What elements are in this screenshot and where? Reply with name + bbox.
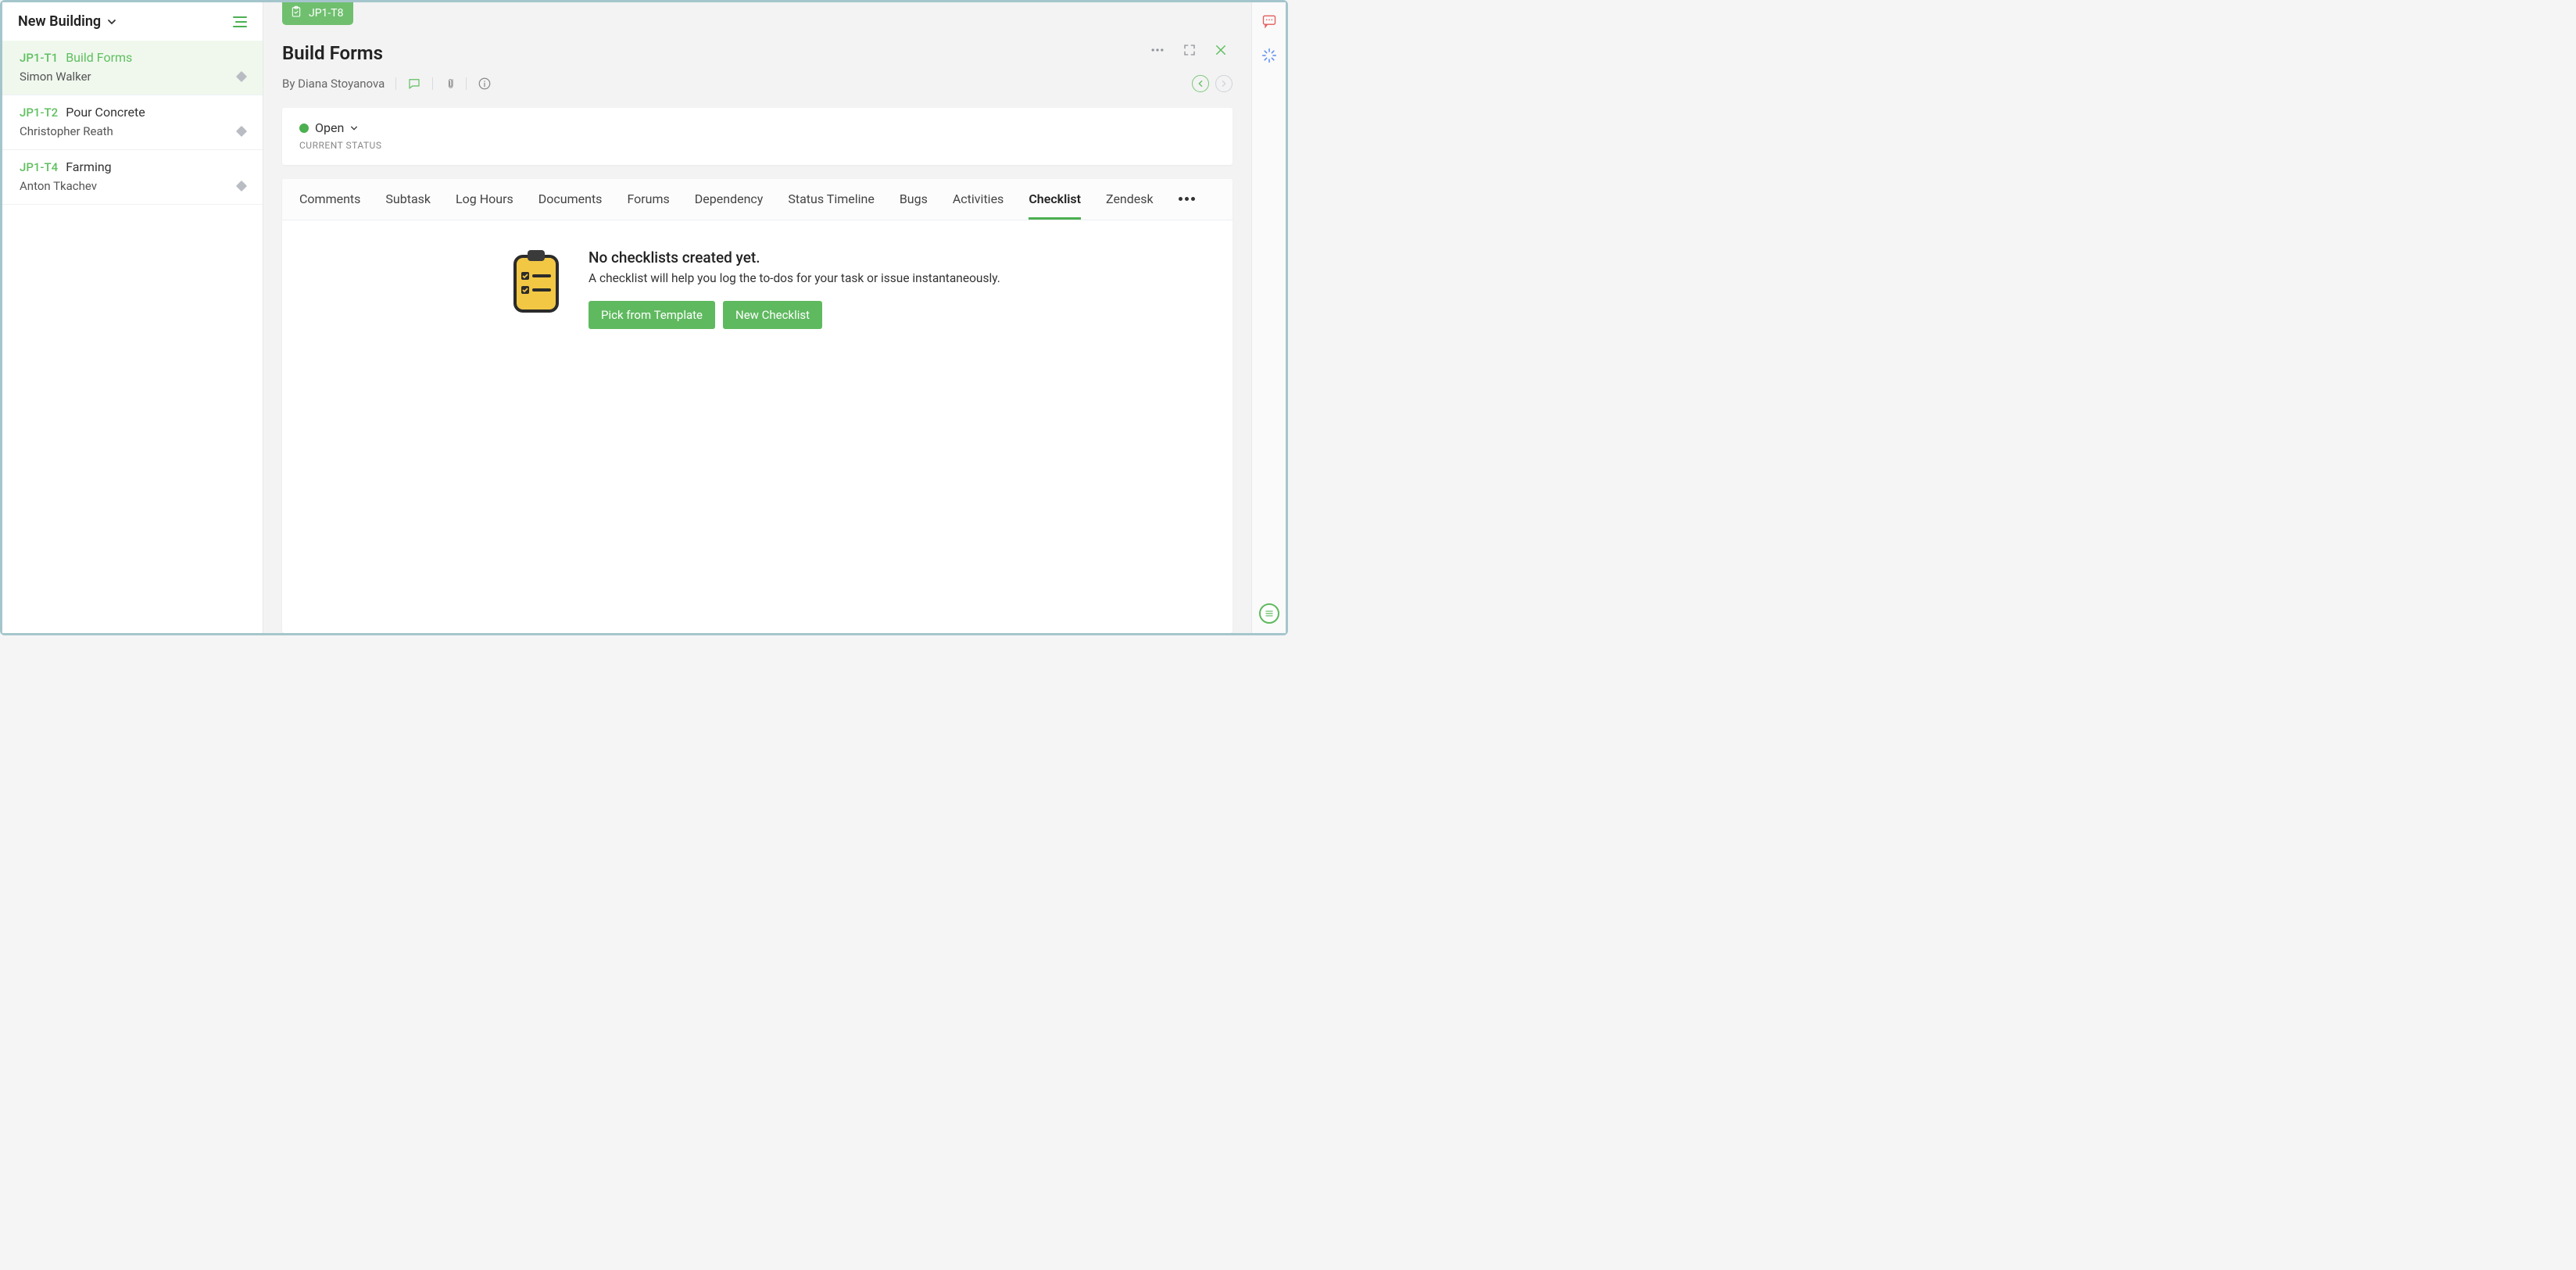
task-badge-id: JP1-T8 [309,7,344,20]
header-actions [1150,42,1233,58]
priority-icon [236,126,247,137]
expand-icon[interactable] [1182,43,1197,57]
task-title: Pour Concrete [66,105,145,120]
task-title: Farming [66,159,111,174]
chevron-down-icon [107,17,116,27]
tab-forums[interactable]: Forums [627,179,669,220]
nav-arrows [1192,75,1233,92]
tab-subtask[interactable]: Subtask [385,179,431,220]
task-list: JP1-T1 Build Forms Simon Walker JP1-T2 P… [2,41,263,205]
pick-from-template-button[interactable]: Pick from Template [589,301,715,329]
tab-activities[interactable]: Activities [953,179,1004,220]
chevron-down-icon [350,120,358,135]
tab-comments[interactable]: Comments [299,179,360,220]
info-icon[interactable] [478,77,492,91]
task-id: JP1-T4 [20,160,58,174]
divider [466,77,467,90]
tab-documents[interactable]: Documents [538,179,603,220]
meta-row: By Diana Stoyanova [282,75,1233,92]
header-row: Build Forms [282,42,1233,64]
priority-icon [236,71,247,82]
tab-dependency[interactable]: Dependency [695,179,764,220]
tabs-more-icon[interactable] [1179,197,1195,202]
task-badge[interactable]: JP1-T8 [282,2,353,25]
empty-heading: No checklists created yet. [589,249,1000,267]
status-value: Open [315,120,344,135]
task-assignee: Christopher Reath [20,124,113,138]
extensions-icon[interactable] [1261,48,1277,66]
new-checklist-button[interactable]: New Checklist [723,301,822,329]
tabs-bar: Comments Subtask Log Hours Documents For… [282,179,1233,220]
chat-icon[interactable] [1261,13,1277,32]
clipboard-check-icon [290,5,302,21]
task-item[interactable]: JP1-T1 Build Forms Simon Walker [2,41,263,95]
status-dropdown[interactable]: Open [299,120,1215,135]
attachment-icon[interactable] [444,77,455,91]
tab-zendesk[interactable]: Zendesk [1106,179,1154,220]
divider [395,77,396,90]
task-id: JP1-T1 [20,51,58,65]
checklist-empty-icon [509,249,564,329]
task-id: JP1-T2 [20,106,58,120]
empty-state: No checklists created yet. A checklist w… [282,220,1233,329]
tab-bugs[interactable]: Bugs [900,179,928,220]
task-title: Build Forms [66,50,132,65]
task-assignee: Anton Tkachev [20,179,97,193]
tab-status-timeline[interactable]: Status Timeline [788,179,874,220]
divider [432,77,433,90]
empty-description: A checklist will help you log the to-dos… [589,271,1000,285]
tab-checklist[interactable]: Checklist [1029,179,1081,220]
main-content: JP1-T8 Build Forms By Diana Stoyanova [263,2,1251,633]
right-rail [1251,2,1286,633]
tab-log-hours[interactable]: Log Hours [456,179,513,220]
sidebar: New Building JP1-T1 Build Forms Simon Wa… [2,2,263,633]
tabs-card: Comments Subtask Log Hours Documents For… [282,179,1233,633]
empty-text: No checklists created yet. A checklist w… [589,249,1000,329]
next-button[interactable] [1215,75,1233,92]
task-item[interactable]: JP1-T4 Farming Anton Tkachev [2,150,263,205]
prev-button[interactable] [1192,75,1209,92]
status-card: Open CURRENT STATUS [282,108,1233,165]
status-dot-icon [299,123,309,133]
task-author: By Diana Stoyanova [282,77,385,91]
more-options-icon[interactable] [1150,42,1165,58]
project-selector[interactable]: New Building [18,13,116,30]
task-item[interactable]: JP1-T2 Pour Concrete Christopher Reath [2,95,263,150]
comment-icon[interactable] [407,77,421,91]
task-assignee: Simon Walker [20,70,91,84]
sidebar-toggle-icon[interactable] [233,16,247,27]
priority-icon [236,181,247,191]
status-label: CURRENT STATUS [299,140,1215,151]
page-title: Build Forms [282,42,383,64]
close-icon[interactable] [1214,43,1228,57]
help-fab[interactable] [1259,603,1279,624]
project-title: New Building [18,13,101,30]
sidebar-header: New Building [2,2,263,41]
